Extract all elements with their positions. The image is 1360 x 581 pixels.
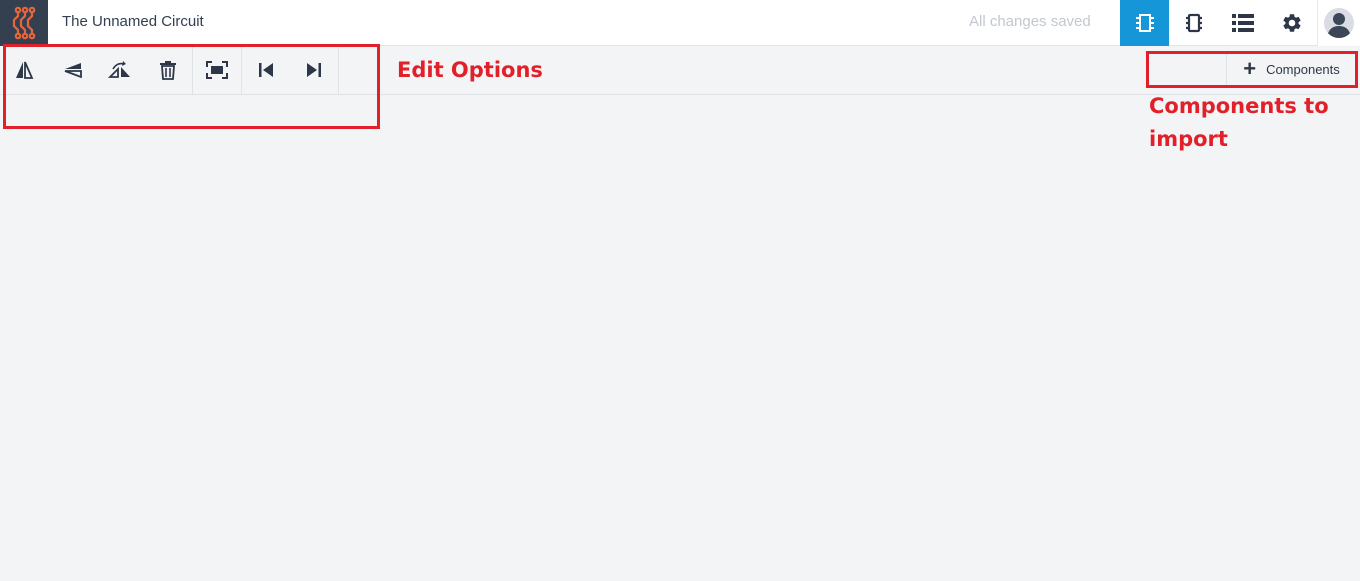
schematic-view-button[interactable] — [1120, 0, 1169, 46]
chip-icon — [1135, 14, 1154, 32]
top-bar: The Unnamed Circuit All changes saved — [0, 0, 1360, 46]
components-annotation-line2: import — [1149, 127, 1228, 151]
edit-options-highlight — [3, 44, 380, 129]
list-icon — [1231, 14, 1254, 32]
component-icon — [1185, 13, 1202, 33]
user-menu[interactable] — [1317, 0, 1360, 46]
save-status: All changes saved — [969, 13, 1091, 30]
edit-options-annotation: Edit Options — [397, 58, 543, 82]
components-highlight — [1146, 51, 1358, 88]
user-avatar-icon — [1324, 8, 1354, 38]
settings-button[interactable] — [1267, 0, 1316, 46]
list-view-button[interactable] — [1218, 0, 1267, 46]
circuit-logo-icon — [12, 6, 36, 40]
app-logo[interactable] — [0, 0, 48, 46]
components-view-button[interactable] — [1169, 0, 1218, 46]
circuit-title[interactable]: The Unnamed Circuit — [62, 0, 204, 46]
components-annotation-line1: Components to — [1149, 94, 1329, 118]
gear-icon — [1282, 14, 1301, 32]
